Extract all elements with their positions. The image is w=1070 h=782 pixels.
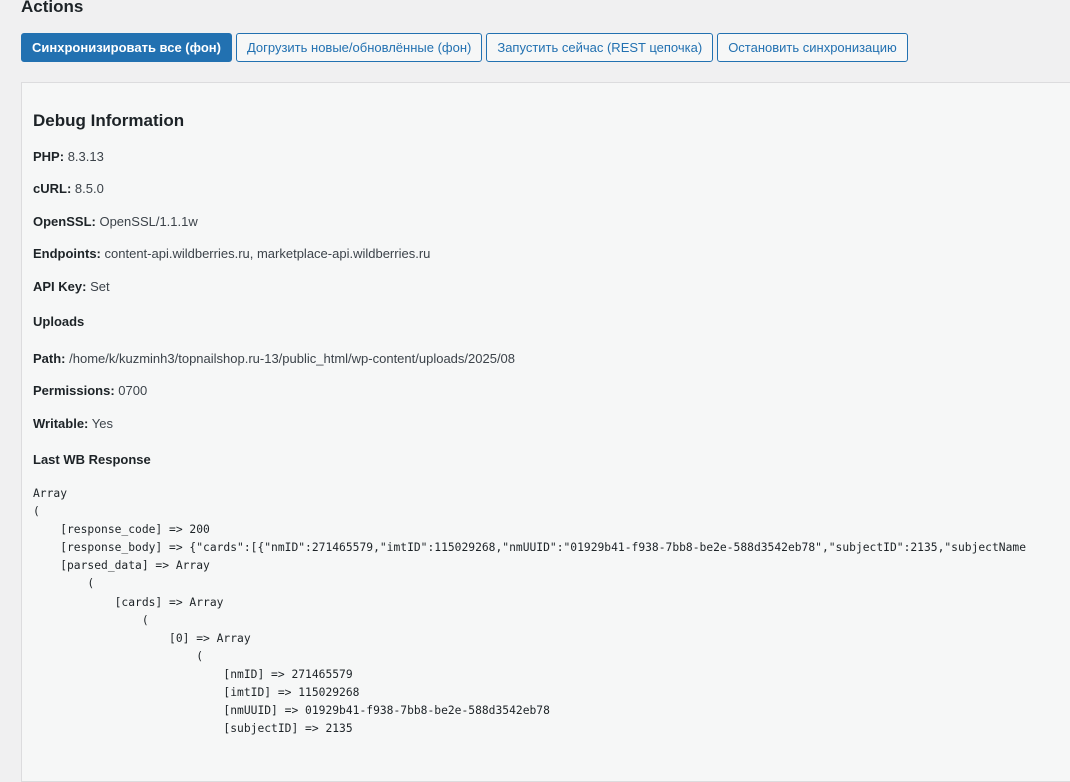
debug-panel: Debug Information PHP: 8.3.13 cURL: 8.5.… [21,82,1070,782]
load-new-button[interactable]: Догрузить новые/обновлённые (фон) [235,33,483,62]
path-value: /home/k/kuzminh3/topnailshop.ru-13/publi… [69,351,516,366]
curl-value: 8.5.0 [74,181,104,196]
permissions-info: Permissions: 0700 [33,383,147,398]
permissions-value: 0700 [118,383,148,398]
curl-info: cURL: 8.5.0 [33,181,104,196]
php-value: 8.3.13 [67,149,104,164]
stop-sync-button[interactable]: Остановить синхронизацию [717,33,908,62]
path-label: Path: [33,351,66,366]
apikey-info: API Key: Set [33,279,110,294]
apikey-value: Set [90,279,110,294]
writable-info: Writable: Yes [33,416,113,431]
php-info: PHP: 8.3.13 [33,149,104,164]
response-dump: Array ( [response_code] => 200 [response… [33,487,1026,736]
curl-label: cURL: [33,181,72,196]
sync-all-button[interactable]: Синхронизировать все (фон) [21,33,232,62]
debug-title: Debug Information [33,111,185,130]
run-now-button[interactable]: Запустить сейчас (REST цепочка) [486,33,714,62]
permissions-label: Permissions: [33,383,115,398]
path-info: Path: /home/k/kuzminh3/topnailshop.ru-13… [33,351,515,366]
uploads-heading: Uploads [33,314,85,329]
openssl-value: OpenSSL/1.1.1w [99,214,198,229]
endpoints-label: Endpoints: [33,246,101,261]
endpoints-value: content-api.wildberries.ru, marketplace-… [104,246,431,261]
openssl-label: OpenSSL: [33,214,96,229]
last-response-heading: Last WB Response [33,452,151,467]
openssl-info: OpenSSL: OpenSSL/1.1.1w [33,214,198,229]
endpoints-info: Endpoints: content-api.wildberries.ru, m… [33,246,430,261]
apikey-label: API Key: [33,279,87,294]
php-label: PHP: [33,149,65,164]
writable-label: Writable: [33,416,89,431]
actions-toolbar: Синхронизировать все (фон) Догрузить нов… [21,33,908,62]
writable-value: Yes [91,416,113,431]
actions-heading: Actions [21,0,84,16]
